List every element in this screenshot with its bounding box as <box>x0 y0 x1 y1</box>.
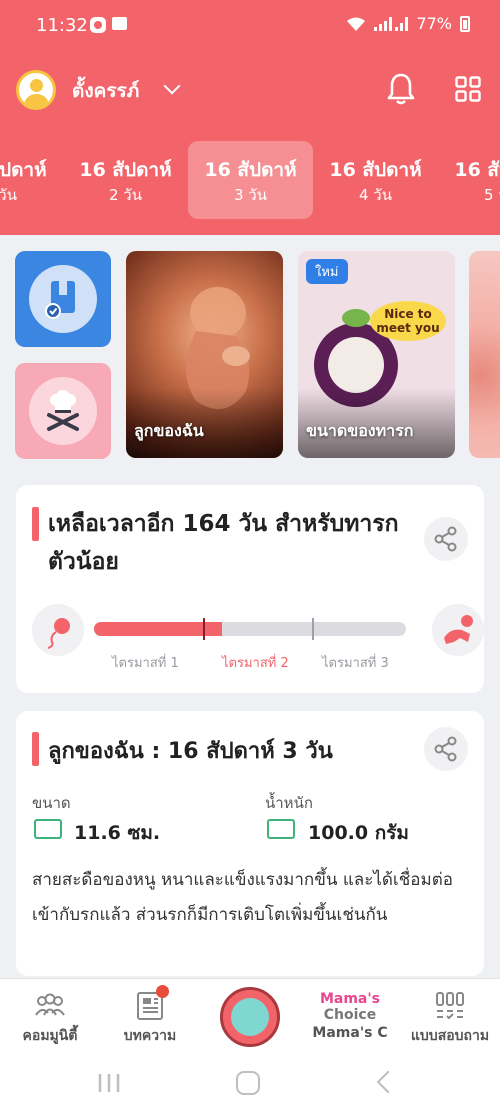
nav-mamas-choice[interactable]: Mama's Choice Mama's C <box>300 979 400 1059</box>
top-bar: ตั้งครรภ์ <box>0 68 500 112</box>
baby-info-title: ลูกของฉัน : 16 สัปดาห์ 3 วัน <box>48 739 333 764</box>
book-icon <box>45 281 75 319</box>
countdown-title: เหลือเวลาอีก 164 วัน สำหรับทารกตัวน้อย <box>48 511 399 575</box>
nav-articles-label: บทความ <box>123 1028 177 1044</box>
nav-quiz-label: แบบสอบถาม <box>410 1028 490 1044</box>
week-tab[interactable]: 16 สัปดาห์ 5 วัน <box>438 141 500 219</box>
status-time: 11:32 <box>36 15 88 36</box>
pregnancy-progress-bar <box>94 622 406 636</box>
my-baby-card[interactable]: ลูกของฉัน <box>126 251 283 458</box>
week-tab[interactable]: 16 สัปดาห์ 1 วัน <box>0 141 63 219</box>
weight-value: 100.0 กรัม <box>308 822 409 844</box>
next-card[interactable] <box>469 251 500 458</box>
weight-label: น้ำหนัก <box>265 794 313 812</box>
trimester-3-label: ไตรมาสที่ 3 <box>322 656 389 671</box>
trimester-1-label: ไตรมาสที่ 1 <box>112 656 179 671</box>
notification-dot <box>156 985 169 998</box>
week-selector[interactable]: 16 สัปดาห์ 1 วัน 16 สัปดาห์ 2 วัน 16 สัป… <box>0 141 500 219</box>
share-button[interactable] <box>424 517 468 561</box>
quiz-icon <box>436 992 464 1020</box>
message-notification-icon <box>112 17 127 30</box>
current-marker <box>203 618 205 640</box>
pregnancy-home-button[interactable] <box>220 987 280 1047</box>
week-tab[interactable]: 16 สัปดาห์ 2 วัน <box>63 141 188 219</box>
system-nav-bar <box>0 1058 500 1115</box>
share-button[interactable] <box>424 727 468 771</box>
sperm-icon <box>32 604 84 656</box>
home-icon[interactable] <box>236 1071 260 1095</box>
week-tab-selected[interactable]: 16 สัปดาห์ 3 วัน <box>188 141 313 219</box>
nav-mamas-label: Mama's C <box>312 1025 388 1041</box>
avatar[interactable] <box>16 70 56 110</box>
status-bar: 11:32 77% <box>0 0 500 50</box>
share-icon <box>434 526 457 552</box>
countdown-card: เหลือเวลาอีก 164 วัน สำหรับทารกตัวน้อย ไ… <box>16 485 484 693</box>
baby-info-card: ลูกของฉัน : 16 สัปดาห์ 3 วัน ขนาด 11.6 ซ… <box>16 711 484 976</box>
size-value: 11.6 ซม. <box>74 822 161 844</box>
crawling-baby-icon <box>432 604 484 656</box>
ruler-icon <box>34 819 62 839</box>
chef-hat-icon <box>47 390 79 431</box>
recipes-button[interactable] <box>15 363 111 459</box>
battery-percent: 77% <box>416 14 452 33</box>
baby-size-label: ขนาดของทารก <box>306 421 414 440</box>
recent-apps-icon[interactable] <box>97 1072 121 1094</box>
community-icon <box>35 993 65 1016</box>
week-tab[interactable]: 16 สัปดาห์ 4 วัน <box>313 141 438 219</box>
nav-articles[interactable]: บทความ <box>100 979 200 1059</box>
back-icon[interactable] <box>376 1070 400 1094</box>
baby-size-card[interactable]: ใหม่ Nice to meet you ขนาดของทารก <box>298 251 455 458</box>
my-baby-label: ลูกของฉัน <box>134 421 204 440</box>
signal-icon <box>374 16 409 31</box>
trimester-marker <box>312 618 314 640</box>
wifi-icon <box>347 17 366 31</box>
app-notification-icon <box>90 17 106 33</box>
nav-community[interactable]: คอมมูนิตี้ <box>0 979 100 1059</box>
battery-icon <box>460 15 470 32</box>
share-icon <box>434 736 457 762</box>
chevron-down-icon[interactable] <box>163 77 181 95</box>
pregnant-mother-icon <box>231 998 269 1036</box>
app-header: 11:32 77% ตั้งครรภ์ ปดาห์ วัน 16 สัปดาห์… <box>0 0 500 235</box>
scale-icon <box>267 819 295 839</box>
grid-menu-icon[interactable] <box>455 76 481 102</box>
baby-description: สายสะดือของหนู หนาและแข็งแรงมากขึ้น และไ… <box>32 870 453 925</box>
bell-icon[interactable] <box>386 72 416 106</box>
bottom-nav: คอมมูนิตี้ บทความ Mama's Choice Mama's C… <box>0 978 500 1058</box>
nav-community-label: คอมมูนิตี้ <box>22 1028 78 1044</box>
speech-bubble: Nice to meet you <box>370 301 446 341</box>
pregnancy-book-button[interactable] <box>15 251 111 347</box>
nav-quiz[interactable]: แบบสอบถาม <box>400 979 500 1059</box>
trimester-2-label: ไตรมาสที่ 2 <box>222 656 289 671</box>
profile-name[interactable]: ตั้งครรภ์ <box>72 76 139 106</box>
new-badge: ใหม่ <box>306 259 348 284</box>
size-label: ขนาด <box>32 794 71 812</box>
mamas-choice-logo: Mama's Choice <box>319 991 381 1023</box>
